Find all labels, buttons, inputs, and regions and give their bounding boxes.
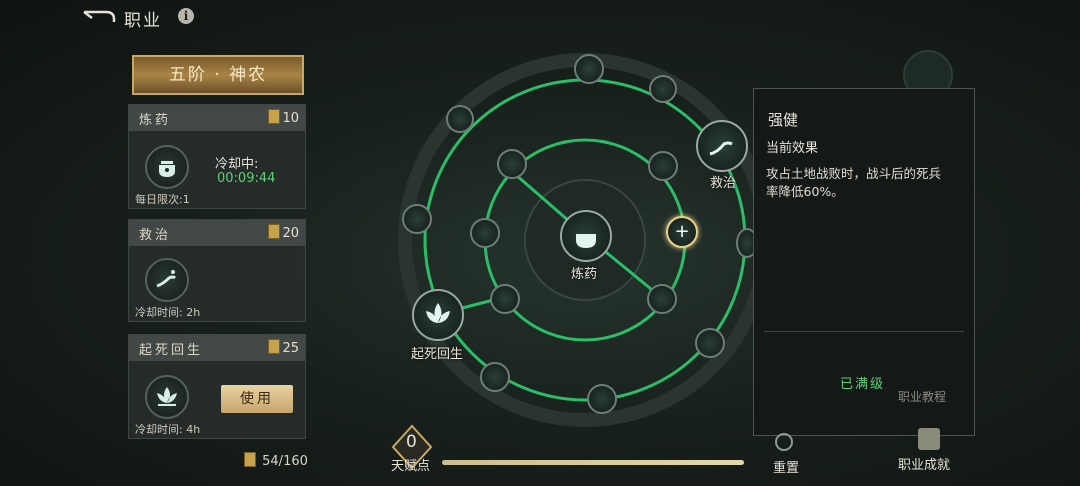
talent-node-selected[interactable]: + xyxy=(666,216,698,248)
talent-node-fish[interactable] xyxy=(402,204,432,234)
skill-name: 救治 xyxy=(139,228,172,243)
talent-points-value: 0 xyxy=(406,432,417,452)
talent-node-label: 救治 xyxy=(710,176,737,191)
info-icon[interactable]: i xyxy=(178,8,194,24)
talent-node-clock-plus[interactable] xyxy=(574,54,604,84)
cauldron-icon xyxy=(576,234,596,248)
skill-card-alchemy[interactable]: 炼药 10 冷却中: 00:09:44 每日限次:1 xyxy=(128,104,306,209)
talent-detail-panel: 强健 当前效果 攻占土地战败时，战斗后的死兵 率降低60%。 已满级 xyxy=(753,88,975,436)
reset-button[interactable]: 重置 xyxy=(773,457,799,476)
skill-cost: 25 xyxy=(268,339,299,356)
top-bar: 职业 i xyxy=(0,0,1080,34)
skill-name: 炼药 xyxy=(139,113,172,128)
talent-node-label: 起死回生 xyxy=(411,347,464,362)
achievement-icon[interactable] xyxy=(918,428,940,450)
talent-node-archer[interactable] xyxy=(649,75,677,103)
talent-name: 强健 xyxy=(768,111,799,129)
talent-node-center-alchemy[interactable] xyxy=(560,210,612,262)
talent-node-clock-down[interactable] xyxy=(695,328,725,358)
back-arrow-icon[interactable] xyxy=(82,8,118,26)
profession-rank-button[interactable]: 五阶 · 神农 xyxy=(132,55,304,95)
reset-icon[interactable] xyxy=(775,433,793,451)
skill-book-points: 54/160 xyxy=(244,452,308,469)
plus-sparkle-icon: + xyxy=(674,221,690,242)
effect-line: 攻占土地战败时，战斗后的死兵 xyxy=(766,166,942,181)
skill-book-icon xyxy=(268,339,281,354)
skill-cost: 20 xyxy=(268,224,299,241)
talent-node-torch[interactable] xyxy=(470,218,500,248)
talent-points-label: 天赋点 xyxy=(391,459,431,474)
talent-progress-bar xyxy=(442,460,744,465)
talent-node-scroll-2[interactable] xyxy=(490,284,520,314)
talent-node-clock-down-2[interactable] xyxy=(587,384,617,414)
tutorial-button[interactable]: 职业教程 xyxy=(898,388,946,405)
healing-hand-icon xyxy=(709,141,733,156)
cooldown-timer: 00:09:44 xyxy=(217,171,276,186)
talent-node-heal[interactable] xyxy=(696,120,748,172)
skill-name: 起死回生 xyxy=(139,343,204,358)
cooldown-status: 冷却中: xyxy=(215,157,259,172)
divider xyxy=(764,331,964,332)
cauldron-icon xyxy=(145,145,189,189)
talent-node-scroll-3[interactable] xyxy=(647,284,677,314)
cooldown-time: 冷却时间: 4h xyxy=(135,423,201,436)
skill-book-icon xyxy=(268,109,281,124)
page-title: 职业 xyxy=(124,11,162,31)
skill-book-icon xyxy=(244,452,256,467)
talent-node-bowl[interactable] xyxy=(497,149,527,179)
talent-node-plus[interactable] xyxy=(446,105,474,133)
effect-heading: 当前效果 xyxy=(766,141,819,156)
talent-node-scroll[interactable] xyxy=(648,151,678,181)
talent-node-scroll-4[interactable] xyxy=(480,362,510,392)
skill-card-header: 炼药 10 xyxy=(129,105,305,131)
healing-hand-icon xyxy=(145,258,189,302)
use-button[interactable]: 使用 xyxy=(221,385,293,413)
skill-card-revive[interactable]: 起死回生 25 使用 冷却时间: 4h xyxy=(128,334,306,439)
talent-node-revive[interactable] xyxy=(412,289,464,341)
talent-center-label: 炼药 xyxy=(571,267,598,282)
max-level-status: 已满级 xyxy=(840,377,886,392)
daily-limit: 每日限次:1 xyxy=(135,193,190,206)
lotus-icon xyxy=(145,375,189,419)
lotus-icon xyxy=(426,303,450,323)
skill-card-header: 起死回生 25 xyxy=(129,335,305,361)
achievement-button[interactable]: 职业成就 xyxy=(898,454,950,473)
skill-card-heal[interactable]: 救治 20 冷却时间: 2h xyxy=(128,219,306,322)
effect-line: 率降低60%。 xyxy=(766,184,844,199)
cooldown-time: 冷却时间: 2h xyxy=(135,306,201,319)
skill-book-icon xyxy=(268,224,281,239)
skill-cost: 10 xyxy=(268,109,299,126)
skill-card-header: 救治 20 xyxy=(129,220,305,246)
